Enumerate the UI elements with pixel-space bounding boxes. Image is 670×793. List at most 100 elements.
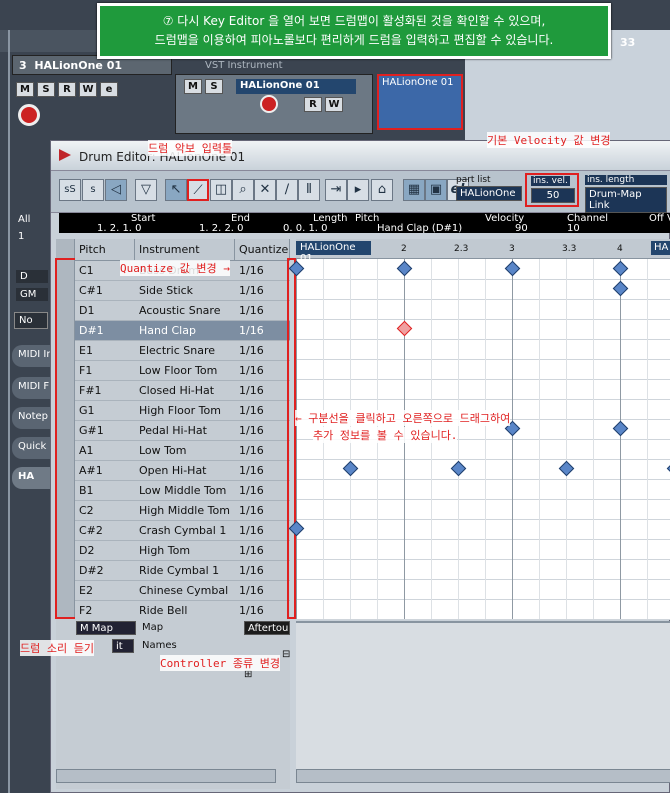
drum-row[interactable]: D1 Acoustic Snare 1/16 — [75, 301, 290, 321]
erase-icon[interactable]: ◫ — [210, 179, 232, 201]
edit-button[interactable]: e — [100, 82, 118, 97]
drum-row[interactable]: A#1 Open Hi-Hat 1/16 — [75, 461, 290, 481]
inspector-tab-midi-fader[interactable]: MIDI F — [12, 377, 52, 399]
ins-length-select[interactable]: Drum-Map Link — [585, 187, 667, 213]
drum-row[interactable]: A1 Low Tom 1/16 — [75, 441, 290, 461]
autoscroll-icon[interactable]: ⇥ — [325, 179, 347, 201]
gm-map-field[interactable]: GM — [16, 288, 48, 301]
drum-note[interactable] — [396, 320, 413, 337]
scroll-right-icon[interactable]: ▸ — [347, 179, 369, 201]
drum-quantize[interactable]: 1/16 — [239, 444, 264, 457]
info-start-value[interactable]: 1. 2. 1. 0 — [97, 223, 142, 234]
time-warp-icon[interactable]: ⦀ — [298, 179, 320, 201]
drum-map-select[interactable]: M Map — [76, 621, 136, 635]
drumstick-icon[interactable]: ⟋ — [187, 179, 209, 201]
drum-map-field[interactable]: D — [16, 270, 48, 283]
solo-editor-icon[interactable]: sS — [59, 179, 81, 201]
info-length-value[interactable]: 0. 0. 1. 0 — [283, 223, 328, 234]
ins-vel-field[interactable]: 50 — [531, 188, 575, 203]
object-selection-icon[interactable]: ↖ — [165, 179, 187, 201]
inspector-tab-quick[interactable]: Quick — [12, 437, 52, 459]
solo-button[interactable]: S — [37, 82, 55, 97]
drum-quantize[interactable]: 1/16 — [239, 564, 264, 577]
names-select[interactable]: it — [112, 639, 134, 653]
drum-row[interactable]: D#1 Hand Clap 1/16 — [75, 321, 290, 341]
track-list-row[interactable]: MS HALionOne 01 RW — [175, 74, 373, 134]
grid-horizontal-scrollbar[interactable] — [296, 769, 670, 783]
drum-quantize[interactable]: 1/16 — [239, 424, 264, 437]
info-channel-value[interactable]: 10 — [567, 223, 580, 234]
drum-quantize[interactable]: 1/16 — [239, 264, 264, 277]
drum-quantize[interactable]: 1/16 — [239, 384, 264, 397]
record-enable-button[interactable] — [260, 95, 278, 113]
drum-note[interactable] — [612, 420, 629, 437]
independent-track-loop-icon[interactable]: ▦ — [403, 179, 425, 201]
zoom-icon[interactable]: ⌕ — [232, 179, 254, 201]
record-enable-button[interactable] — [18, 104, 40, 126]
drum-row[interactable]: D#2 Ride Cymbal 1 1/16 — [75, 561, 290, 581]
track-name[interactable]: HALionOne 01 — [236, 79, 356, 94]
solo-instrument-icon[interactable]: s — [82, 179, 104, 201]
part-list-select[interactable]: HALionOne — [456, 186, 522, 201]
solo-button[interactable]: S — [205, 79, 223, 94]
inspector-tab-midi-insert[interactable]: MIDI In — [12, 345, 52, 367]
drum-note[interactable] — [342, 460, 359, 477]
drum-quantize[interactable]: 1/16 — [239, 284, 264, 297]
remove-lane-icon[interactable]: ⊟ — [282, 649, 290, 660]
show-info-icon[interactable]: ▽ — [135, 179, 157, 201]
drum-quantize[interactable]: 1/16 — [239, 544, 264, 557]
drum-row[interactable]: D2 High Tom 1/16 — [75, 541, 290, 561]
drum-row[interactable]: B1 Low Middle Tom 1/16 — [75, 481, 290, 501]
drum-note[interactable] — [558, 460, 575, 477]
drum-quantize[interactable]: 1/16 — [239, 464, 264, 477]
drum-quantize[interactable]: 1/16 — [239, 304, 264, 317]
drum-note[interactable] — [450, 460, 467, 477]
drum-quantize[interactable]: 1/16 — [239, 364, 264, 377]
col-instrument[interactable]: Instrument — [135, 239, 235, 261]
drum-note[interactable] — [612, 260, 629, 277]
drum-quantize[interactable]: 1/16 — [239, 604, 264, 617]
col-quantize[interactable]: Quantize — [235, 239, 290, 261]
drum-note[interactable] — [612, 280, 629, 297]
drum-quantize[interactable]: 1/16 — [239, 344, 264, 357]
line-tool-icon[interactable]: ∕ — [276, 179, 298, 201]
acoustic-feedback-icon[interactable]: ◁ — [105, 179, 127, 201]
drum-row[interactable]: C#2 Crash Cymbal 1 1/16 — [75, 521, 290, 541]
write-button[interactable]: W — [79, 82, 97, 97]
drum-row[interactable]: E1 Electric Snare 1/16 — [75, 341, 290, 361]
drum-row[interactable]: F#1 Closed Hi-Hat 1/16 — [75, 381, 290, 401]
drum-quantize[interactable]: 1/16 — [239, 584, 264, 597]
drum-quantize[interactable]: 1/16 — [239, 404, 264, 417]
drum-row[interactable]: F2 Ride Bell 1/16 — [75, 601, 290, 621]
drum-row[interactable]: E2 Chinese Cymbal 1/16 — [75, 581, 290, 601]
drum-row[interactable]: C#1 Side Stick 1/16 — [75, 281, 290, 301]
info-pitch-value[interactable]: Hand Clap (D#1) — [377, 223, 462, 234]
drum-row[interactable]: G#1 Pedal Hi-Hat 1/16 — [75, 421, 290, 441]
write-button[interactable]: W — [325, 97, 343, 112]
drum-row[interactable]: G1 High Floor Tom 1/16 — [75, 401, 290, 421]
snap-icon[interactable]: ⌂ — [371, 179, 393, 201]
mute-tool-icon[interactable]: ✕ — [254, 179, 276, 201]
info-velocity-value[interactable]: 90 — [515, 223, 528, 234]
mute-button[interactable]: M — [184, 79, 202, 94]
no-field[interactable]: No — [14, 312, 48, 329]
edit-in-place-icon[interactable]: ▣ — [425, 179, 447, 201]
midi-part[interactable]: HALionOne 01 — [377, 74, 463, 130]
drum-quantize[interactable]: 1/16 — [239, 324, 264, 337]
drum-quantize[interactable]: 1/16 — [239, 524, 264, 537]
drum-quantize[interactable]: 1/16 — [239, 504, 264, 517]
read-button[interactable]: R — [58, 82, 76, 97]
mute-button[interactable]: M — [16, 82, 34, 97]
drum-quantize[interactable]: 1/16 — [239, 484, 264, 497]
read-button[interactable]: R — [304, 97, 322, 112]
inspector-tab-notepad[interactable]: Notep — [12, 407, 52, 429]
drum-row[interactable]: F1 Low Floor Tom 1/16 — [75, 361, 290, 381]
drum-note[interactable] — [504, 260, 521, 277]
controller-type-select[interactable]: Aftertou — [244, 621, 290, 635]
left-horizontal-scrollbar[interactable] — [56, 769, 276, 783]
drum-row[interactable]: C2 High Middle Tom 1/16 — [75, 501, 290, 521]
col-pitch[interactable]: Pitch — [75, 239, 135, 261]
drum-note[interactable] — [396, 260, 413, 277]
inspector-tab-halion[interactable]: HA — [12, 467, 52, 489]
controller-lane[interactable] — [296, 621, 670, 771]
